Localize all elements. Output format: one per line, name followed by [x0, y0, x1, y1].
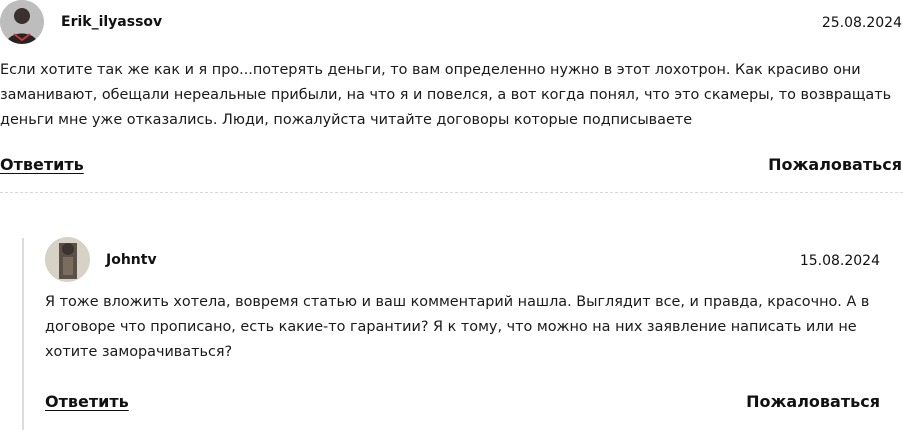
comment-date: 15.08.2024 — [799, 253, 880, 269]
comment-header: Johntv — [45, 237, 157, 282]
reply-button[interactable]: Ответить — [45, 392, 129, 411]
avatar-image-icon — [0, 0, 44, 44]
comment-divider — [0, 192, 903, 193]
report-button[interactable]: Пожаловаться — [768, 155, 902, 174]
author-name[interactable]: Erik_ilyassov — [61, 14, 162, 30]
avatar[interactable] — [45, 237, 90, 282]
avatar-image-icon — [45, 237, 90, 282]
author-name[interactable]: Johntv — [106, 252, 157, 268]
comment-text: Я тоже вложить хотела, вовремя статью и … — [45, 294, 870, 360]
reply-button[interactable]: Ответить — [0, 155, 84, 174]
reply-thread-line — [22, 238, 24, 430]
comment-header: Erik_ilyassov — [0, 0, 162, 44]
report-button[interactable]: Пожаловаться — [746, 392, 880, 411]
avatar[interactable] — [0, 0, 44, 44]
comment-date: 25.08.2024 — [821, 15, 902, 31]
comment-text: Если хотите так же как и я про...потерят… — [0, 62, 892, 128]
